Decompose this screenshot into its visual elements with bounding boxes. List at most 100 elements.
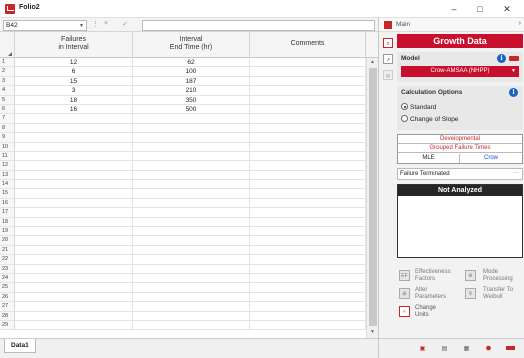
grid-icon[interactable]: ▦ [461,344,472,355]
close-button[interactable]: ✕ [497,1,517,17]
cell-failures[interactable] [15,198,133,208]
cell-failures[interactable] [15,255,133,264]
scrollbar-thumb[interactable] [369,68,377,326]
cell-comment[interactable] [250,189,366,198]
sheet-tab-data1[interactable]: Data1 [4,339,36,353]
cell-failures[interactable] [15,217,133,227]
collapse-icon[interactable] [509,56,519,61]
transfer-weibull-link[interactable]: Transfer To Weibull [483,287,523,301]
alter-parameters-icon[interactable]: ⊞ [399,288,410,299]
row-number[interactable]: 2 [0,67,15,76]
cell-failures[interactable] [15,180,133,189]
cell-end-time[interactable]: 500 [133,104,250,114]
cell-failures[interactable] [15,114,133,123]
cell-comment[interactable] [250,264,366,273]
cell-comment[interactable] [250,104,366,114]
cell-comment[interactable] [250,180,366,189]
row-number[interactable]: 6 [0,104,15,114]
cell-end-time[interactable]: 187 [133,76,250,86]
row-number[interactable]: 9 [0,133,15,142]
alter-parameters-link[interactable]: Alter Parameters [415,287,455,301]
cell-failures[interactable] [15,133,133,142]
radio-button-selected[interactable] [401,103,408,110]
transfer-weibull-icon[interactable]: ⚲ [465,288,476,299]
cell-end-time[interactable] [133,217,250,227]
row-number[interactable]: 17 [0,208,15,217]
row-number[interactable]: 10 [0,142,15,151]
cell-end-time[interactable] [133,236,250,245]
row-number[interactable]: 19 [0,227,15,236]
column-header-comments[interactable]: Comments [250,32,366,58]
cell-end-time[interactable] [133,133,250,142]
cell-comment[interactable] [250,142,366,151]
cell-end-time[interactable] [133,302,250,311]
row-number[interactable]: 13 [0,170,15,180]
cell-end-time[interactable]: 210 [133,86,250,95]
row-number[interactable]: 4 [0,86,15,95]
confirm-edit-button[interactable]: ✓ [122,20,128,28]
minimize-button[interactable]: – [444,1,464,17]
cell-comment[interactable] [250,208,366,217]
cell-end-time[interactable] [133,161,250,170]
cell-comment[interactable] [250,292,366,302]
row-number[interactable]: 16 [0,198,15,208]
row-number[interactable]: 12 [0,161,15,170]
row-number[interactable]: 18 [0,217,15,227]
row-number[interactable]: 8 [0,123,15,133]
cell-failures[interactable] [15,320,133,330]
cell-failures[interactable]: 6 [15,67,133,76]
cell-comment[interactable] [250,217,366,227]
cell-end-time[interactable] [133,292,250,302]
cell-end-time[interactable] [133,142,250,151]
cell-failures[interactable] [15,302,133,311]
row-number[interactable]: 22 [0,255,15,264]
scroll-up-icon[interactable]: ▲ [370,59,375,65]
cell-failures[interactable]: 12 [15,58,133,67]
effectiveness-factors-icon[interactable]: EF [399,270,410,281]
table-icon[interactable]: ▤ [439,344,450,355]
cell-failures[interactable] [15,123,133,133]
change-units-link[interactable]: Change Units [415,305,445,319]
cell-failures[interactable] [15,142,133,151]
vertical-scrollbar[interactable]: ▲ ▼ [366,58,378,338]
cell-comment[interactable] [250,123,366,133]
row-number[interactable]: 28 [0,311,15,320]
cell-end-time[interactable] [133,245,250,255]
cell-end-time[interactable]: 350 [133,95,250,104]
cell-reference-box[interactable]: B42 ▼ [3,20,87,31]
collapse-panel-button[interactable]: › [519,20,521,27]
more-options-icon[interactable]: ··· [513,168,519,179]
cell-comment[interactable] [250,283,366,292]
model-select[interactable]: Crow-AMSAA (NHPP) ▼ [401,66,519,77]
plot-icon[interactable]: ↗ [383,54,393,64]
cell-comment[interactable] [250,198,366,208]
cell-comment[interactable] [250,320,366,330]
cell-failures[interactable] [15,292,133,302]
cell-failures[interactable] [15,273,133,283]
cell-comment[interactable] [250,76,366,86]
effectiveness-factors-link[interactable]: Effectiveness Factors [415,269,457,283]
report-icon[interactable]: ▤ [383,70,393,80]
row-number[interactable]: 11 [0,151,15,161]
row-number[interactable]: 20 [0,236,15,245]
formula-input[interactable] [142,20,375,31]
cell-failures[interactable] [15,161,133,170]
row-number[interactable]: 7 [0,114,15,123]
minus-icon[interactable] [505,344,516,355]
cell-failures[interactable] [15,151,133,161]
cell-end-time[interactable] [133,189,250,198]
cell-failures[interactable] [15,189,133,198]
cell-end-time[interactable] [133,255,250,264]
chevron-down-icon[interactable]: ▼ [79,21,84,31]
cell-failures[interactable] [15,208,133,217]
cell-end-time[interactable] [133,208,250,217]
cell-comment[interactable] [250,114,366,123]
calculate-icon[interactable]: ▣ [417,344,428,355]
cell-end-time[interactable] [133,320,250,330]
cell-failures[interactable] [15,227,133,236]
cell-comment[interactable] [250,67,366,76]
row-number[interactable]: 5 [0,95,15,104]
cell-end-time[interactable] [133,273,250,283]
cell-comment[interactable] [250,302,366,311]
cell-failures[interactable] [15,236,133,245]
